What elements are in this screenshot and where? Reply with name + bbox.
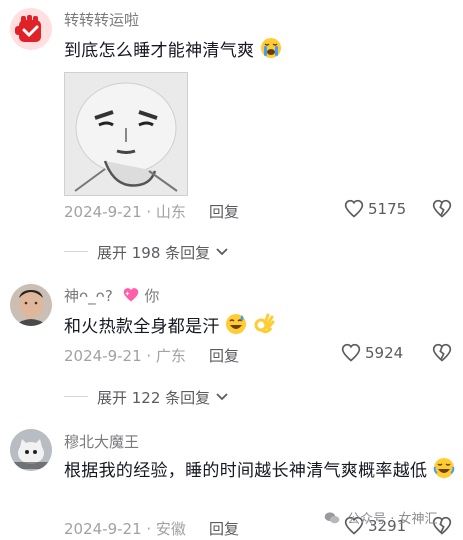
expand-replies-label: 展开 122 条回复 bbox=[97, 389, 211, 407]
like-button[interactable]: 5924 bbox=[341, 343, 409, 365]
comment-text: 根据我的经验，睡的时间越长神清气爽概率越低 bbox=[64, 457, 456, 485]
username[interactable]: 转转转运啦 bbox=[64, 9, 139, 30]
expand-replies-button[interactable]: 展开 122 条回复 bbox=[97, 387, 229, 408]
avatar[interactable] bbox=[10, 8, 52, 50]
chevron-down-icon bbox=[216, 248, 228, 256]
dislike-button[interactable] bbox=[432, 343, 454, 365]
comment-text: 到底怎么睡才能神清气爽 bbox=[64, 36, 282, 61]
comment-date-location: 2024-9-21 · 广东 bbox=[64, 347, 186, 365]
avatar[interactable] bbox=[10, 429, 52, 471]
divider-line bbox=[64, 251, 88, 252]
comment-text-content: 到底怎么睡才能神清气爽 bbox=[64, 41, 255, 61]
meme-face-icon bbox=[65, 73, 187, 195]
user-photo-icon bbox=[10, 284, 52, 326]
reply-button[interactable]: 回复 bbox=[209, 345, 239, 366]
dislike-button[interactable] bbox=[432, 199, 454, 221]
like-button[interactable]: 5175 bbox=[344, 199, 408, 221]
reply-button[interactable]: 回复 bbox=[209, 201, 239, 222]
username-suffix: 你 bbox=[144, 287, 160, 305]
broken-heart-icon bbox=[432, 343, 452, 362]
comment-text: 和火热款全身都是汗 bbox=[64, 312, 275, 337]
avatar[interactable] bbox=[10, 284, 52, 326]
comment-text-content: 和火热款全身都是汗 bbox=[64, 317, 220, 337]
fist-logo-icon bbox=[15, 15, 41, 42]
grinning-sweat-face-emoji-icon bbox=[226, 314, 247, 334]
comment-text-content: 根据我的经验，睡的时间越长神清气爽概率越低 bbox=[64, 461, 428, 481]
chevron-down-icon bbox=[216, 393, 228, 401]
sparkling-heart-icon bbox=[123, 288, 138, 302]
wechat-icon bbox=[324, 512, 340, 524]
cat-photo-icon bbox=[10, 429, 52, 471]
watermark: 公众号 · 女神汇 bbox=[324, 508, 438, 527]
ok-hand-emoji-icon bbox=[254, 313, 275, 334]
username[interactable]: 穆北大魔王 bbox=[64, 431, 139, 452]
username[interactable]: 神ᴖ_ᴖ? 你 bbox=[64, 285, 159, 306]
heart-icon bbox=[341, 343, 361, 362]
loudly-crying-face-emoji-icon bbox=[261, 38, 282, 58]
heart-icon bbox=[344, 199, 364, 218]
rolling-laughing-face-emoji-icon bbox=[433, 458, 455, 478]
divider-line bbox=[64, 396, 88, 397]
username-text: 神ᴖ_ᴖ? bbox=[64, 287, 113, 305]
like-count: 5924 bbox=[365, 344, 404, 362]
watermark-text: 公众号 · 女神汇 bbox=[347, 512, 438, 527]
expand-replies-button[interactable]: 展开 198 条回复 bbox=[97, 242, 229, 263]
broken-heart-icon bbox=[432, 199, 452, 218]
comment-sticker-image[interactable] bbox=[64, 72, 188, 196]
comment-date-location: 2024-9-21 · 山东 bbox=[64, 203, 186, 221]
like-count: 5175 bbox=[368, 200, 407, 218]
expand-replies-label: 展开 198 条回复 bbox=[97, 244, 211, 262]
